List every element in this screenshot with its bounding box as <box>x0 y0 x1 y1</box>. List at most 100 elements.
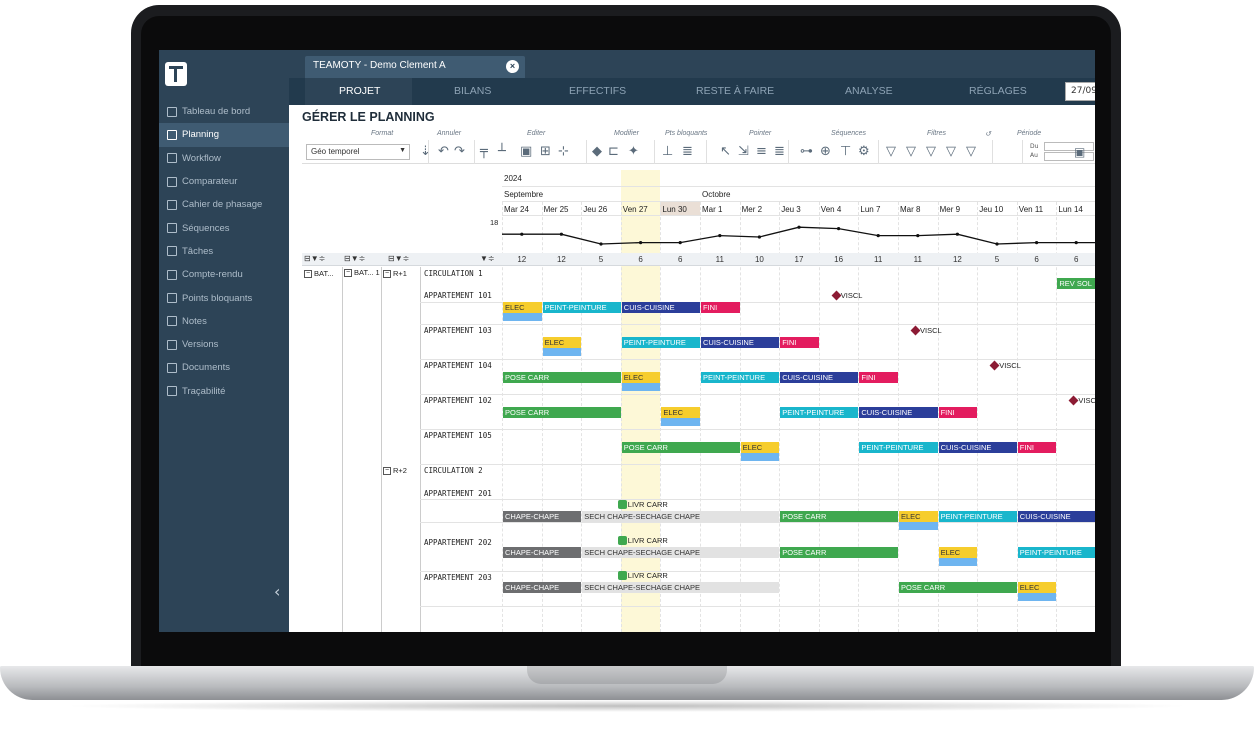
expand-icon[interactable]: − <box>304 270 312 279</box>
task-bar[interactable]: SECH CHAPE-SECHAGE CHAPE <box>582 547 780 558</box>
task-bar[interactable]: CUIS-CUISINE <box>1017 511 1095 522</box>
sidebar-item-notes[interactable]: Notes <box>159 310 289 333</box>
edit-link-icon[interactable]: ⊞ <box>540 144 551 160</box>
task-bar[interactable]: POSE CARR <box>503 372 621 383</box>
tree-node-bat1[interactable]: − BAT... 1 <box>344 269 380 278</box>
sidebar-item-points-bloquants[interactable]: Points bloquants <box>159 286 289 309</box>
task-bar[interactable]: CUIS-CUISINE <box>859 407 938 418</box>
pointer-percent-icon[interactable]: ⇲ <box>738 144 749 160</box>
period-to-input[interactable] <box>1044 152 1094 161</box>
menu-effectifs[interactable]: EFFECTIFS <box>569 85 626 97</box>
sort-icon[interactable]: ⇣ <box>420 144 431 160</box>
date-field[interactable]: 27/09/ <box>1065 82 1095 101</box>
calendar-icon[interactable]: ▣ <box>1074 144 1085 160</box>
pointer-list-icon[interactable]: ≡ <box>756 144 767 160</box>
column-filter-icon[interactable]: ⊟▼≑ <box>344 254 365 263</box>
task-bar[interactable]: PEINT-PEINTURE <box>780 407 859 418</box>
column-filter-icon[interactable]: ⊟▼≑ <box>304 254 325 263</box>
sidebar-item-workflow[interactable]: Workflow <box>159 147 289 170</box>
task-bar[interactable]: CHAPE-CHAPE <box>503 511 582 522</box>
expand-icon[interactable]: − <box>383 270 391 279</box>
task-bar[interactable]: FINI <box>780 337 819 348</box>
task-bar[interactable]: POSE CARR <box>899 582 1017 593</box>
task-bar[interactable]: CUIS-CUISINE <box>701 337 780 348</box>
task-bar[interactable]: PEINT-PEINTURE <box>621 337 700 348</box>
task-bar[interactable]: SECH CHAPE-SECHAGE CHAPE <box>582 511 780 522</box>
pointer-icon[interactable]: ↖ <box>720 144 731 160</box>
filter-list-icon[interactable]: ▽ <box>946 144 956 160</box>
pointer-report-icon[interactable]: ≣ <box>774 144 785 160</box>
sequence-add-icon[interactable]: ⊕ <box>820 144 831 160</box>
task-bar[interactable]: POSE CARR <box>780 511 898 522</box>
sequence-link-icon[interactable]: ⊶ <box>800 144 813 160</box>
task-bar[interactable]: PEINT-PEINTURE <box>701 372 780 383</box>
menu-projet[interactable]: PROJET <box>339 85 380 97</box>
task-bar[interactable]: ELEC <box>899 511 938 522</box>
menu-réglages[interactable]: RÉGLAGES <box>969 85 1027 97</box>
task-bar[interactable]: ELEC <box>542 337 582 348</box>
modify-pin-icon[interactable]: ✦ <box>628 144 639 160</box>
task-bar[interactable]: PEINT-PEINTURE <box>859 442 938 453</box>
task-bar[interactable]: REV SOL <box>1057 278 1095 289</box>
task-bar[interactable]: CUIS-CUISINE <box>780 372 859 383</box>
task-bar[interactable]: PEINT-PEINTURE <box>1017 547 1095 558</box>
task-bar[interactable]: ELEC <box>661 407 700 418</box>
sidebar-item-documents[interactable]: Documents <box>159 356 289 379</box>
redo-icon[interactable]: ↷ <box>454 144 465 160</box>
format-select[interactable]: Géo temporel <box>306 144 410 160</box>
task-bar[interactable]: PEINT-PEINTURE <box>938 511 1017 522</box>
sidebar-item-comparateur[interactable]: Comparateur <box>159 170 289 193</box>
task-bar[interactable]: FINI <box>701 302 740 313</box>
task-bar[interactable]: ELEC <box>1017 582 1057 593</box>
collapse-sidebar-icon[interactable]: ‹ <box>274 582 280 601</box>
close-tab-icon[interactable]: × <box>506 60 519 73</box>
menu-analyse[interactable]: ANALYSE <box>845 85 893 97</box>
edit-select-icon[interactable]: ▣ <box>520 144 532 160</box>
task-bar[interactable]: CUIS-CUISINE <box>621 302 700 313</box>
filter-add-icon[interactable]: ▽ <box>906 144 916 160</box>
task-bar[interactable]: ELEC <box>503 302 542 313</box>
sequence-settings-icon[interactable]: ⚙ <box>858 144 870 160</box>
task-bar[interactable]: SECH CHAPE-SECHAGE CHAPE <box>582 582 780 593</box>
tree-node-level[interactable]: − R+1 <box>383 269 407 279</box>
sidebar-item-tableau-de-bord[interactable]: Tableau de bord <box>159 100 289 123</box>
filter-percent-icon[interactable]: ▽ <box>926 144 936 160</box>
tree-node-level[interactable]: − R+2 <box>383 466 407 476</box>
task-bar[interactable]: CHAPE-CHAPE <box>503 582 582 593</box>
modify-shape-icon[interactable]: ◆ <box>592 144 602 160</box>
expand-icon[interactable]: − <box>383 467 391 476</box>
task-bar[interactable]: FINI <box>938 407 978 418</box>
sidebar-item-compte-rendu[interactable]: Compte-rendu <box>159 263 289 286</box>
sequence-tree-icon[interactable]: ⊤ <box>840 144 851 160</box>
filter-clear-icon[interactable]: ▽ <box>966 144 976 160</box>
task-bar[interactable]: FINI <box>1017 442 1057 453</box>
edit-more-icon[interactable]: ⊹ <box>558 144 569 160</box>
filter-icon[interactable]: ▽ <box>886 144 896 160</box>
menu-reste-à-faire[interactable]: RESTE À FAIRE <box>696 85 774 97</box>
sidebar-item-séquences[interactable]: Séquences <box>159 216 289 239</box>
task-bar[interactable]: CUIS-CUISINE <box>938 442 1017 453</box>
column-filter-icon[interactable]: ▼≑ <box>480 254 495 263</box>
undo-icon[interactable]: ↶ <box>438 144 449 160</box>
tree-node-bat[interactable]: − BAT... <box>304 269 333 279</box>
sidebar-item-tâches[interactable]: Tâches <box>159 240 289 263</box>
add-milestone-icon[interactable]: ┴ <box>498 144 506 160</box>
sidebar-item-planning[interactable]: Planning <box>159 123 289 147</box>
project-tab[interactable]: TEAMOTY - Demo Clement A × <box>305 56 525 78</box>
task-bar[interactable]: ELEC <box>740 442 780 453</box>
task-bar[interactable]: POSE CARR <box>780 547 898 558</box>
sidebar-item-versions[interactable]: Versions <box>159 333 289 356</box>
modify-split-icon[interactable]: ⊏ <box>608 144 619 160</box>
task-bar[interactable]: POSE CARR <box>621 442 740 453</box>
task-bar[interactable]: ELEC <box>621 372 661 383</box>
menu-bilans[interactable]: BILANS <box>454 85 491 97</box>
sidebar-item-traçabilité[interactable]: Traçabilité <box>159 380 289 403</box>
task-bar[interactable]: FINI <box>859 372 898 383</box>
blocking-point-icon[interactable]: ⊥ <box>662 144 673 160</box>
expand-icon[interactable]: − <box>344 269 352 278</box>
blocking-list-icon[interactable]: ≣ <box>682 144 693 160</box>
column-filter-icon[interactable]: ⊟▼≑ <box>388 254 409 263</box>
task-bar[interactable]: CHAPE-CHAPE <box>503 547 582 558</box>
task-bar[interactable]: POSE CARR <box>503 407 621 418</box>
period-from-input[interactable] <box>1044 142 1094 151</box>
